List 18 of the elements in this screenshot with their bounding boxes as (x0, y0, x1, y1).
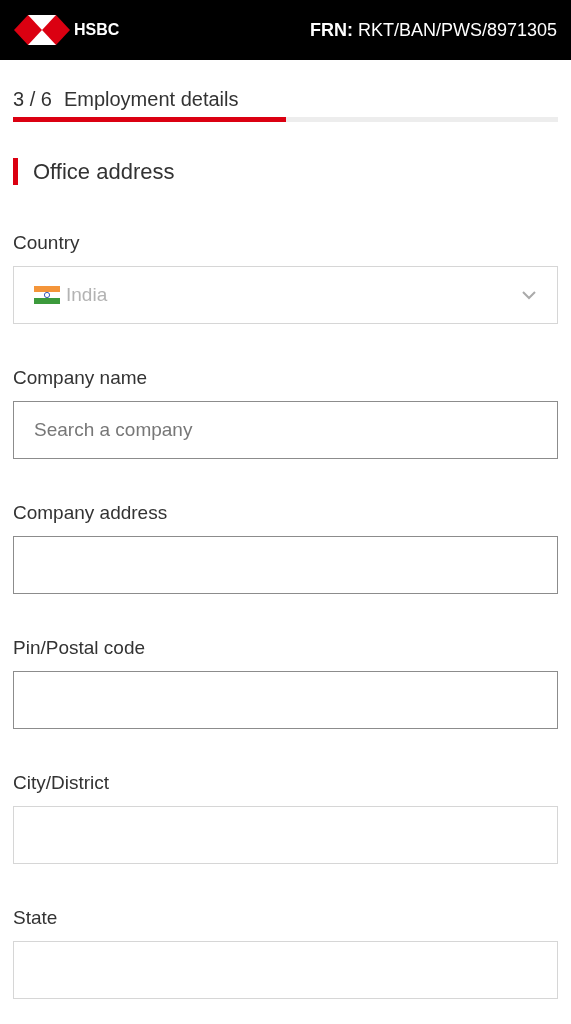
accent-bar (13, 158, 18, 185)
section-title: Office address (33, 158, 175, 185)
step-counter: 3 / 6 (13, 88, 52, 111)
field-label: Company name (13, 366, 149, 390)
chevron-down-icon (521, 290, 537, 300)
field-label: Company address (13, 501, 169, 525)
text-field[interactable] (13, 536, 558, 594)
text-field[interactable]: Search a company (13, 401, 558, 459)
flag-icon (34, 286, 60, 304)
reference-number: FRN: RKT/BAN/PWS/8971305 (309, 19, 557, 41)
field-label: Pin/Postal code (13, 636, 147, 660)
hexagon-logo-icon (14, 15, 70, 45)
field-label: City/District (13, 771, 111, 795)
step-title: Employment details (63, 88, 239, 111)
field-label: State (13, 906, 59, 930)
text-field[interactable] (13, 671, 558, 729)
field-label: Country (13, 231, 81, 255)
brand-name: HSBC (74, 21, 120, 39)
